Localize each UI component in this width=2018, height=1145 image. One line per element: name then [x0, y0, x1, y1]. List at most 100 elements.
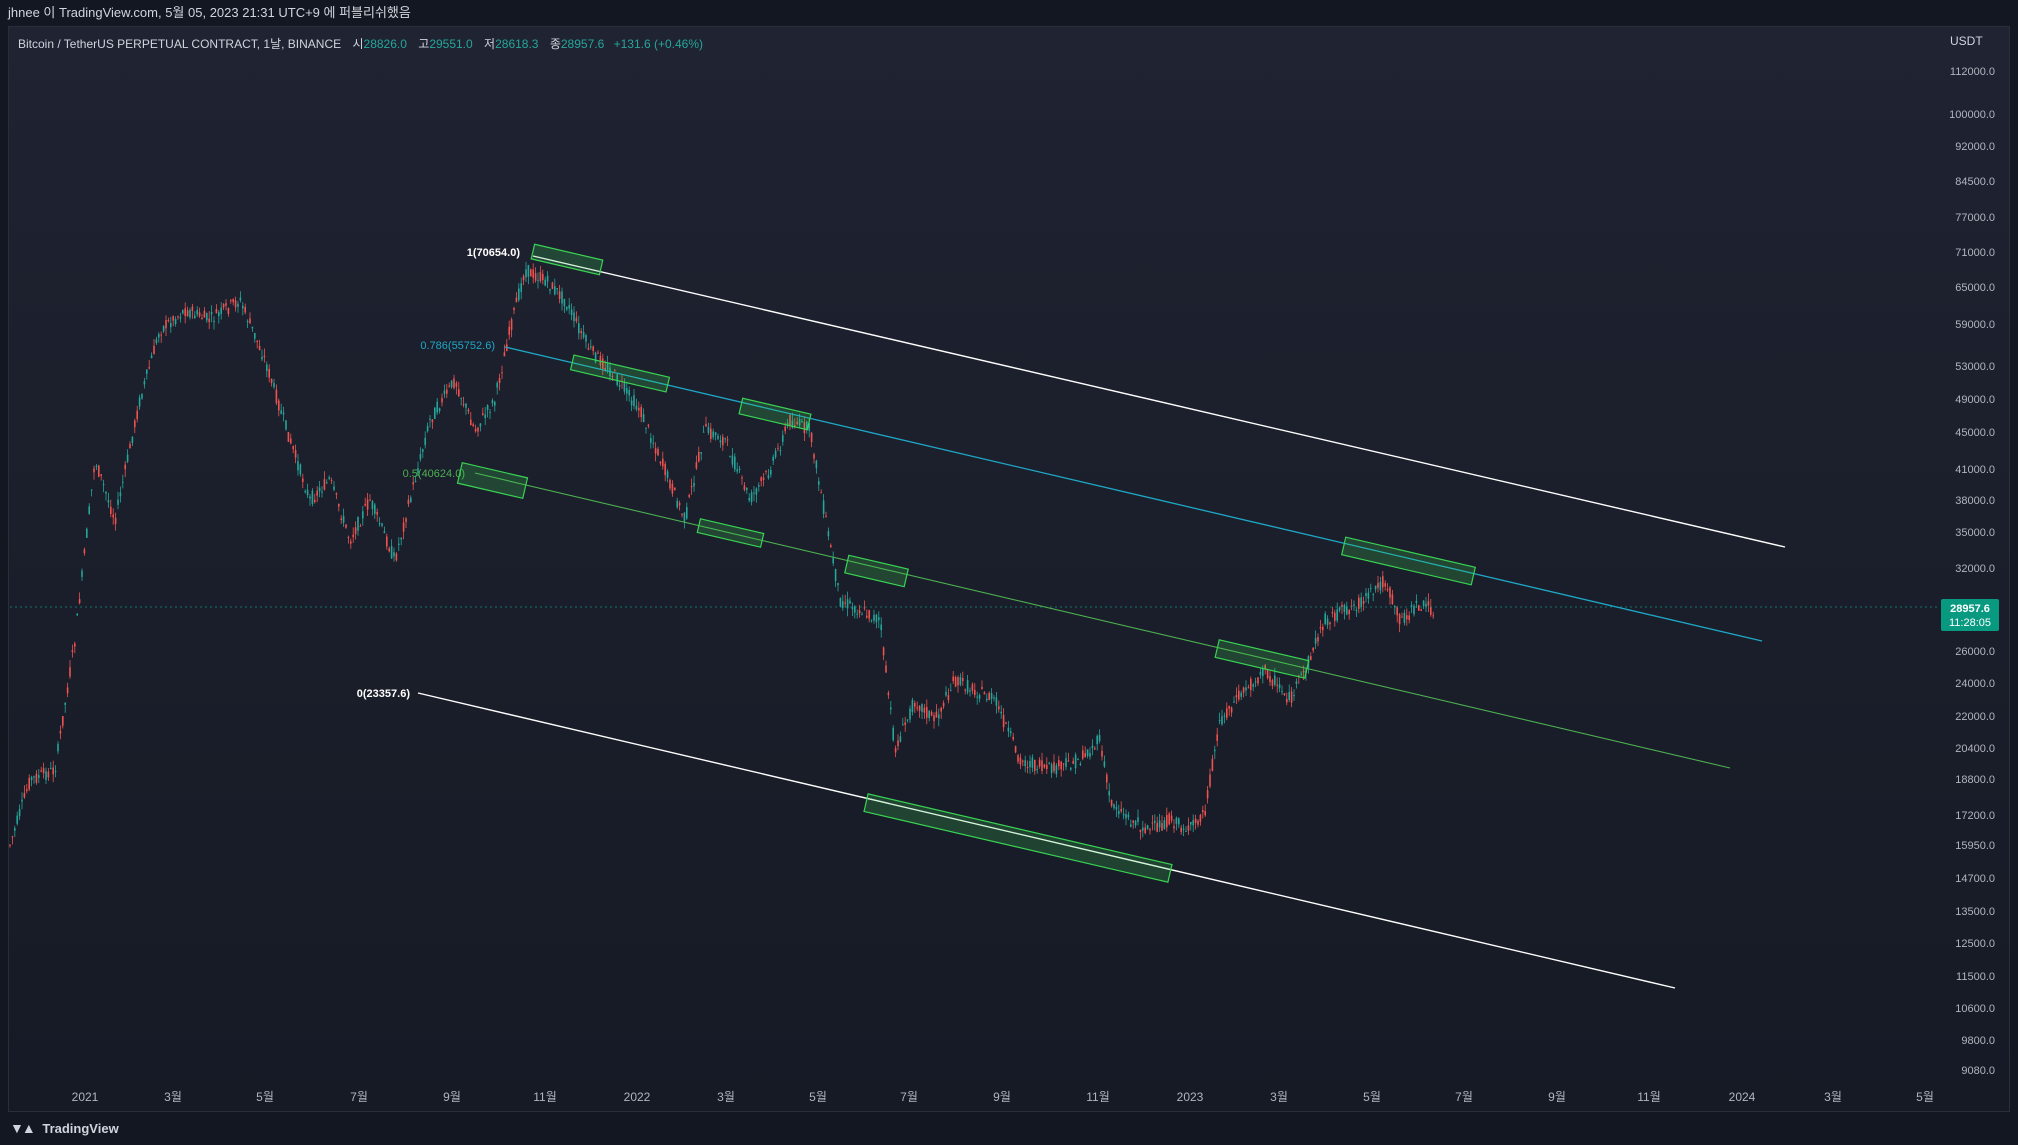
candle-body [974, 689, 976, 695]
candle-body [693, 482, 695, 487]
candle-body [362, 511, 364, 519]
time-tick-label: 11월 [1086, 1090, 1110, 1104]
candle-body [393, 552, 395, 557]
candle-body [222, 304, 225, 308]
candle-body [59, 730, 62, 734]
highlight-box[interactable] [530, 243, 604, 276]
candle-body [580, 331, 582, 333]
candle-body [770, 470, 772, 475]
candle-body [1175, 817, 1178, 824]
time-axis[interactable]: 2021 3월 5월 7월 9월 11월 2022 3월 5월 7월 9월 11월 2023 3월 5월 7월… [72, 1090, 1934, 1104]
candle-body [1334, 612, 1336, 621]
candle-body [318, 487, 321, 492]
fib-line-1[interactable] [532, 255, 1786, 548]
price-tick-label: 14700.0 [1955, 873, 1995, 885]
candle-body [712, 431, 714, 438]
price-tick-label: 59000.0 [1955, 319, 1995, 331]
candle-body [753, 492, 755, 494]
candle-body [150, 355, 153, 359]
candle-body [1211, 758, 1214, 771]
price-tick-label: 15950.0 [1955, 840, 1995, 852]
candle-body [38, 775, 40, 778]
candle-body [143, 381, 146, 385]
price-tick-label: 71000.0 [1955, 247, 1995, 259]
high-label: 고 [418, 37, 430, 51]
footer-bar: ▼▲ TradingView [0, 1112, 2018, 1145]
candle-body [1269, 675, 1271, 683]
candle-body [1360, 597, 1362, 608]
candle-body [825, 515, 827, 517]
candle-body [496, 382, 498, 388]
candle-body [1353, 604, 1355, 606]
candle-body [1386, 589, 1389, 591]
candle-body [23, 792, 26, 798]
candle-body [426, 426, 429, 432]
candle-body [1274, 675, 1276, 685]
price-tick-label: 53000.0 [1955, 361, 1995, 373]
candle-body [225, 303, 227, 306]
candle-body [266, 364, 268, 371]
candle-body [450, 380, 453, 388]
candle-body [892, 727, 894, 741]
candle-body [414, 480, 417, 482]
candle-body [1053, 762, 1055, 772]
candle-body [1194, 818, 1197, 824]
candle-body [1226, 708, 1228, 718]
candle-body [549, 289, 551, 291]
currency-label[interactable]: USDT [1950, 34, 1983, 48]
candle-body [122, 481, 124, 483]
candle-body [1410, 605, 1413, 607]
low-label: 저 [484, 37, 496, 51]
chart-canvas[interactable]: 1(70654.0) 0.786(55752.6) 0.5(40624.0) 0… [0, 0, 2018, 1145]
candle-body [1370, 587, 1372, 589]
candle-body [1034, 760, 1036, 771]
candle-body [443, 390, 446, 394]
candle-body [952, 676, 954, 682]
candle-body [647, 424, 650, 427]
candle-body [1202, 810, 1204, 813]
candle-body [242, 305, 244, 309]
candle-body [119, 492, 122, 497]
candle-body [686, 507, 688, 519]
price-axis[interactable]: 112000.0 100000.0 92000.0 84500.0 77000.0 710… [1949, 66, 1995, 1077]
candle-body [400, 537, 402, 540]
candle-body [700, 452, 702, 454]
candle-body [1096, 735, 1098, 745]
highlight-box[interactable] [1340, 536, 1477, 586]
candle-body [1235, 695, 1238, 698]
highlight-box[interactable] [863, 793, 1173, 883]
candle-body [35, 773, 38, 783]
candle-body [196, 310, 198, 315]
fib-line-0786[interactable] [504, 346, 1763, 642]
candle-body [1120, 808, 1122, 812]
candle-body [237, 303, 239, 307]
candle-body [165, 320, 167, 329]
candle-body [261, 356, 263, 360]
highlight-box[interactable] [738, 397, 812, 431]
highlight-box[interactable] [696, 518, 765, 548]
candle-body [779, 450, 782, 452]
candle-body [1283, 693, 1286, 696]
tradingview-logo-icon[interactable]: ▼▲ [10, 1120, 36, 1136]
price-tick-label: 12500.0 [1955, 938, 1995, 950]
candle-body [592, 346, 594, 351]
candle-body [458, 389, 460, 397]
time-tick-label: 9월 [1548, 1090, 1566, 1104]
fib-line-05[interactable] [474, 472, 1731, 769]
candle-body [76, 613, 78, 616]
highlight-box[interactable] [456, 461, 529, 500]
candle-body [213, 320, 215, 323]
open-value: 28826.0 [363, 37, 407, 51]
candle-body [837, 583, 839, 586]
candle-body [297, 461, 299, 471]
candle-body [323, 479, 326, 490]
candle-body [1346, 606, 1348, 615]
candle-body [1396, 607, 1398, 616]
candle-body [926, 707, 928, 718]
symbol-legend[interactable]: Bitcoin / TetherUS PERPETUAL CONTRACT, 1… [18, 35, 703, 52]
candle-body [1343, 605, 1346, 612]
highlight-box[interactable] [844, 554, 909, 588]
candle-body [990, 693, 993, 700]
footer-brand[interactable]: TradingView [42, 1121, 118, 1136]
candle-body [158, 334, 160, 338]
